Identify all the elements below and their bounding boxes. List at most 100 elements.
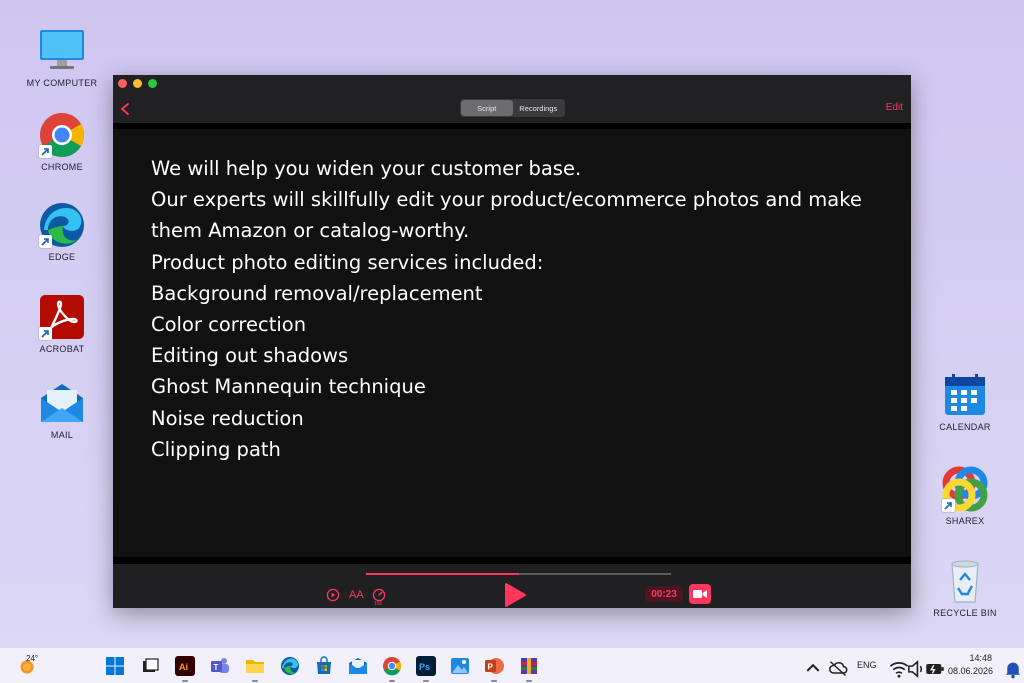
bell-icon: [1005, 662, 1021, 679]
text-size-button[interactable]: AA: [349, 589, 364, 601]
play-circle-icon: [326, 588, 340, 602]
script-line: Background removal/replacement: [151, 281, 483, 305]
play-icon: [505, 583, 526, 607]
taskbar-photos[interactable]: [450, 656, 470, 676]
chevron-left-icon: [120, 103, 129, 115]
running-indicator: [526, 680, 532, 682]
desktop-icon-my-computer[interactable]: MY COMPUTER: [22, 28, 102, 88]
task-view-icon: [143, 658, 159, 672]
desktop-icon-sharex[interactable]: SHAREX: [925, 466, 1005, 526]
chrome-icon: [39, 112, 85, 158]
title-bar: Script Recordings Edit: [113, 75, 911, 123]
calendar-icon: [942, 372, 988, 418]
language-indicator[interactable]: ENG: [857, 660, 877, 670]
taskbar-task-view[interactable]: [140, 656, 160, 676]
store-icon: [317, 656, 331, 674]
edge-icon: [281, 657, 299, 675]
mail-icon: [349, 658, 367, 674]
speedometer-icon: [372, 588, 386, 602]
running-indicator: [182, 680, 188, 682]
battery-status[interactable]: [925, 659, 944, 674]
desktop-icon-label: MAIL: [50, 430, 74, 440]
taskbar-photoshop[interactable]: Ps: [416, 656, 436, 682]
script-line: Our experts will skillfully edit your pr…: [151, 188, 862, 212]
playback-controls: AA 150 00:23: [113, 564, 911, 608]
play-button[interactable]: [503, 582, 527, 612]
window-controls: [118, 79, 157, 88]
svg-text:Ai: Ai: [179, 662, 188, 672]
scroll-speed-button[interactable]: [372, 588, 386, 602]
shortcut-arrow-icon: [39, 327, 52, 340]
maximize-window-button[interactable]: [148, 79, 157, 88]
winrar-icon: [521, 658, 537, 674]
script-line: Editing out shadows: [151, 344, 349, 368]
taskbar-teams[interactable]: T: [210, 656, 230, 676]
auto-scroll-button[interactable]: [326, 588, 340, 602]
taskbar-file-explorer[interactable]: [245, 656, 265, 682]
chrome-icon: [383, 657, 402, 676]
tab-script[interactable]: Script: [461, 100, 513, 116]
minimize-window-button[interactable]: [133, 79, 142, 88]
divider: [113, 557, 911, 564]
desktop-icon-acrobat[interactable]: ACROBAT: [22, 294, 102, 354]
script-line: them Amazon or catalog-worthy.: [151, 219, 470, 243]
edge-icon: [39, 202, 85, 248]
desktop-icon-calendar[interactable]: CALENDAR: [925, 372, 1005, 432]
taskbar-chrome[interactable]: [382, 656, 402, 682]
desktop-icon-label: SHAREX: [945, 516, 985, 526]
monitor-icon: [39, 28, 85, 74]
progress-slider[interactable]: [366, 573, 671, 575]
desktop-icon-mail[interactable]: MAIL: [22, 380, 102, 440]
clock[interactable]: 14:48 08.06.2026: [948, 652, 993, 678]
desktop-icon-label: RECYCLE BIN: [933, 608, 997, 618]
tab-recordings[interactable]: Recordings: [513, 100, 565, 116]
taskbar-powerpoint[interactable]: P: [484, 656, 504, 682]
script-line: Color correction: [151, 313, 307, 337]
teleprompter-window: Script Recordings Edit We will help you …: [113, 75, 911, 608]
back-button[interactable]: [119, 102, 133, 116]
taskbar-winrar[interactable]: [519, 656, 539, 682]
desktop-icon-chrome[interactable]: CHROME: [22, 112, 102, 172]
view-segmented-control: Script Recordings: [460, 99, 565, 117]
close-window-button[interactable]: [118, 79, 127, 88]
mail-icon: [39, 380, 85, 426]
clock-time: 14:48: [969, 653, 992, 663]
speaker-icon: [908, 660, 923, 678]
camera-button[interactable]: [689, 584, 711, 604]
notifications-button[interactable]: [1003, 659, 1021, 679]
start-button[interactable]: [105, 656, 125, 676]
taskbar-mail[interactable]: [348, 656, 368, 676]
show-hidden-icons-button[interactable]: [803, 658, 820, 672]
acrobat-icon: [39, 294, 85, 340]
svg-text:Ps: Ps: [419, 662, 430, 672]
taskbar-edge[interactable]: [280, 656, 300, 676]
desktop-icon-recycle-bin[interactable]: RECYCLE BIN: [925, 558, 1005, 618]
windows-logo-icon: [106, 657, 124, 675]
volume-status[interactable]: [906, 659, 923, 678]
photos-icon: [451, 658, 469, 674]
photoshop-icon: Ps: [416, 656, 436, 676]
video-camera-icon: [693, 590, 707, 598]
text-size-label: AA: [349, 589, 364, 601]
script-line: Noise reduction: [151, 406, 304, 430]
wifi-status[interactable]: [889, 659, 909, 678]
sharex-icon: [942, 466, 988, 512]
running-indicator: [491, 680, 497, 682]
desktop-icon-edge[interactable]: EDGE: [22, 202, 102, 262]
script-line: Ghost Mannequin technique: [151, 375, 426, 399]
recording-timer: 00:23: [645, 586, 683, 602]
chevron-up-icon: [806, 663, 820, 672]
shortcut-arrow-icon: [39, 145, 52, 158]
onedrive-button[interactable]: [828, 658, 848, 677]
cloud-off-icon: [829, 661, 848, 677]
folder-icon: [246, 660, 264, 673]
edit-button[interactable]: Edit: [886, 102, 903, 113]
scroll-speed-value: 150: [374, 601, 383, 607]
taskbar-illustrator[interactable]: Ai: [175, 656, 195, 682]
taskbar-microsoft-store[interactable]: [314, 656, 334, 676]
running-indicator: [423, 680, 429, 682]
script-text-area[interactable]: We will help you widen your customer bas…: [113, 129, 911, 557]
desktop-icon-label: CHROME: [41, 162, 83, 172]
teams-icon: T: [211, 658, 229, 673]
illustrator-icon: Ai: [175, 656, 195, 676]
